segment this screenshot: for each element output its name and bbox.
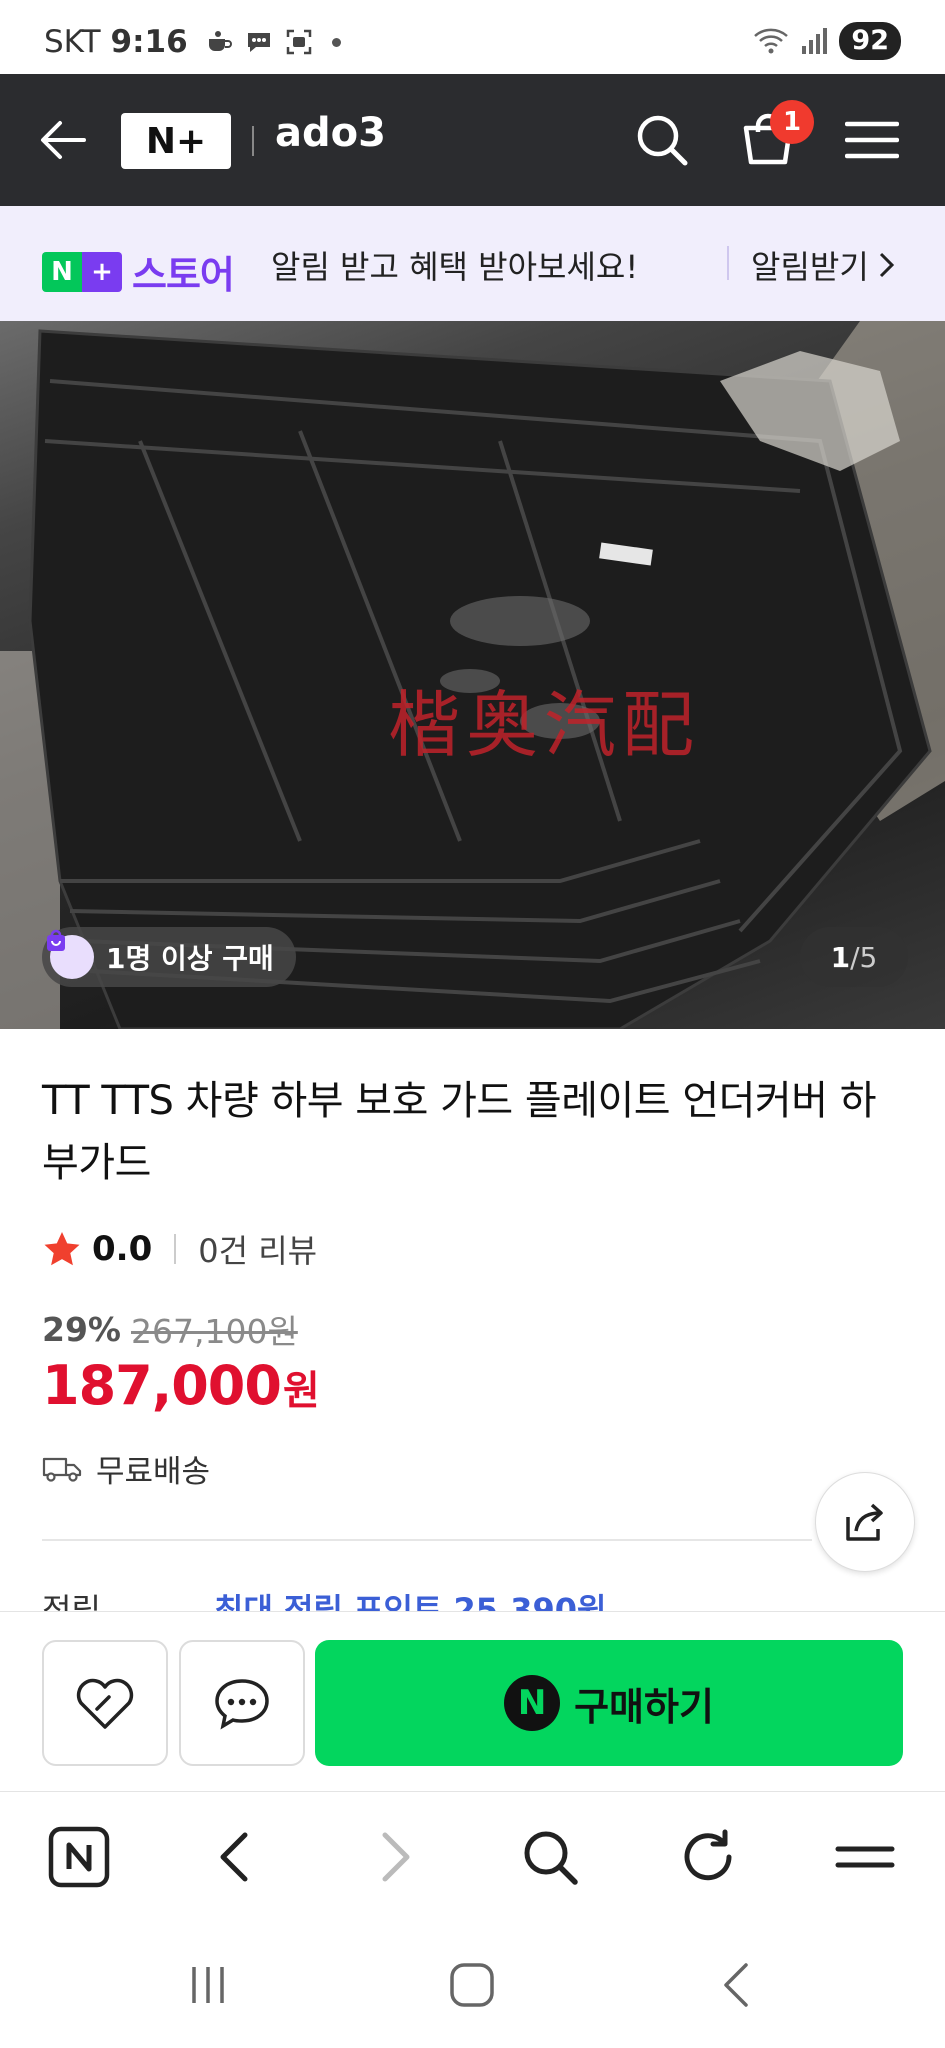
coffee-icon xyxy=(208,31,232,51)
wifi-icon xyxy=(754,28,789,54)
section-divider xyxy=(42,1539,812,1541)
product-title: TT TTS 차량 하부 보호 가드 플레이트 언더커버 하부가드 xyxy=(42,1078,877,1186)
header-divider xyxy=(252,126,254,156)
status-right: 92 xyxy=(753,22,901,60)
back-chevron-icon xyxy=(724,1963,748,2007)
naver-pay-icon: N xyxy=(504,1675,561,1731)
system-navigation-bar xyxy=(0,1921,945,2048)
hamburger-menu-icon[interactable] xyxy=(845,120,899,160)
shipping-label: 무료배송 xyxy=(96,1454,211,1490)
recent-apps-icon xyxy=(192,1967,224,2003)
rating-divider xyxy=(174,1234,177,1264)
naver-n-icon xyxy=(48,1826,110,1888)
shipping-info: 무료배송 xyxy=(42,1446,210,1491)
talktalk-chat-button[interactable] xyxy=(179,1640,305,1766)
rating-row[interactable]: 0.0 0건 리뷰 xyxy=(42,1226,317,1272)
store-brand-label: 스토어 xyxy=(132,253,235,297)
clock: 9:16 xyxy=(110,24,188,60)
back-arrow-icon[interactable] xyxy=(36,114,88,166)
sale-price: 187,000 원 xyxy=(42,1354,320,1417)
system-back-button[interactable] xyxy=(706,1955,766,2015)
buyer-count-label: 1명 이상 구매 xyxy=(106,942,274,975)
browser-reload-button[interactable] xyxy=(673,1822,743,1892)
subscribe-notifications-button[interactable]: 알림받기 xyxy=(751,242,897,288)
original-price: 267,100원 xyxy=(131,1312,298,1351)
signal-icon xyxy=(802,28,828,54)
purchase-bar: N 구매하기 xyxy=(0,1611,945,1791)
naver-plus-logo[interactable]: N+ xyxy=(121,113,231,169)
chat-bubble-icon xyxy=(215,1679,269,1730)
price-value: 187,000 xyxy=(42,1354,282,1417)
buy-now-label: 구매하기 xyxy=(574,1684,714,1729)
notify-banner[interactable]: N + 스토어 알림 받고 혜택 받아보세요! 알림받기 xyxy=(0,206,945,321)
browser-back-button[interactable] xyxy=(200,1822,270,1892)
image-current-index: 1 xyxy=(830,940,851,974)
browser-search-button[interactable] xyxy=(515,1822,585,1892)
browser-forward-button[interactable] xyxy=(360,1822,430,1892)
discount-row: 29% 267,100원 xyxy=(42,1305,298,1353)
review-count-link[interactable]: 0건 리뷰 xyxy=(198,1226,317,1272)
carrier-label: SKT xyxy=(44,24,101,60)
buy-now-button[interactable]: N 구매하기 xyxy=(315,1640,903,1766)
home-icon xyxy=(450,1963,494,2007)
chevron-right-icon xyxy=(879,252,894,278)
chat-icon xyxy=(247,33,270,52)
star-icon xyxy=(44,1232,80,1266)
status-left: SKT 9:16 xyxy=(44,24,341,60)
heart-icon xyxy=(76,1678,134,1729)
chevron-left-icon xyxy=(220,1832,248,1882)
shopping-bag-icon xyxy=(47,929,94,979)
browser-toolbar xyxy=(0,1791,945,1921)
store-header: N+ ado3 1 xyxy=(0,74,945,206)
buyer-count-chip: 1명 이상 구매 xyxy=(42,927,296,987)
more-notifications-dot xyxy=(331,37,341,47)
n-plus-mark: N + xyxy=(42,251,122,292)
search-icon xyxy=(524,1831,578,1885)
notification-icons xyxy=(204,27,314,57)
image-counter: 1 / 5 xyxy=(800,927,908,987)
battery-indicator: 92 xyxy=(839,22,901,60)
browser-menu-button[interactable] xyxy=(830,1822,900,1892)
wishlist-button[interactable] xyxy=(42,1640,168,1766)
discount-percent: 29% xyxy=(42,1309,121,1349)
share-icon xyxy=(846,1503,883,1541)
product-image-gallery[interactable]: 楷奥汽配 1명 이상 구매 1 / 5 xyxy=(0,321,945,1029)
rating-score: 0.0 xyxy=(92,1229,153,1269)
recent-apps-button[interactable] xyxy=(178,1955,238,2015)
cart-count-badge: 1 xyxy=(770,100,814,144)
notify-message: 알림 받고 혜택 받아보세요! xyxy=(271,248,639,286)
reload-icon xyxy=(684,1829,732,1881)
image-total-count: 5 xyxy=(859,940,878,974)
store-name[interactable]: ado3 xyxy=(275,110,386,156)
notify-divider xyxy=(727,246,729,280)
naver-plus-store-logo: N + 스토어 xyxy=(42,244,235,299)
price-unit: 원 xyxy=(282,1368,320,1414)
screenshot-icon xyxy=(286,29,311,55)
naver-home-button[interactable] xyxy=(44,1822,114,1892)
share-button[interactable] xyxy=(815,1472,915,1572)
home-button[interactable] xyxy=(442,1955,502,2015)
menu-icon xyxy=(835,1846,895,1868)
status-bar: SKT 9:16 92 xyxy=(0,0,945,74)
search-icon[interactable] xyxy=(634,112,690,168)
image-counter-separator: / xyxy=(850,940,860,974)
image-watermark: 楷奥汽配 xyxy=(388,683,701,767)
delivery-truck-icon xyxy=(42,1457,82,1482)
chevron-right-icon xyxy=(382,1832,410,1882)
subscribe-label: 알림받기 xyxy=(751,248,869,286)
